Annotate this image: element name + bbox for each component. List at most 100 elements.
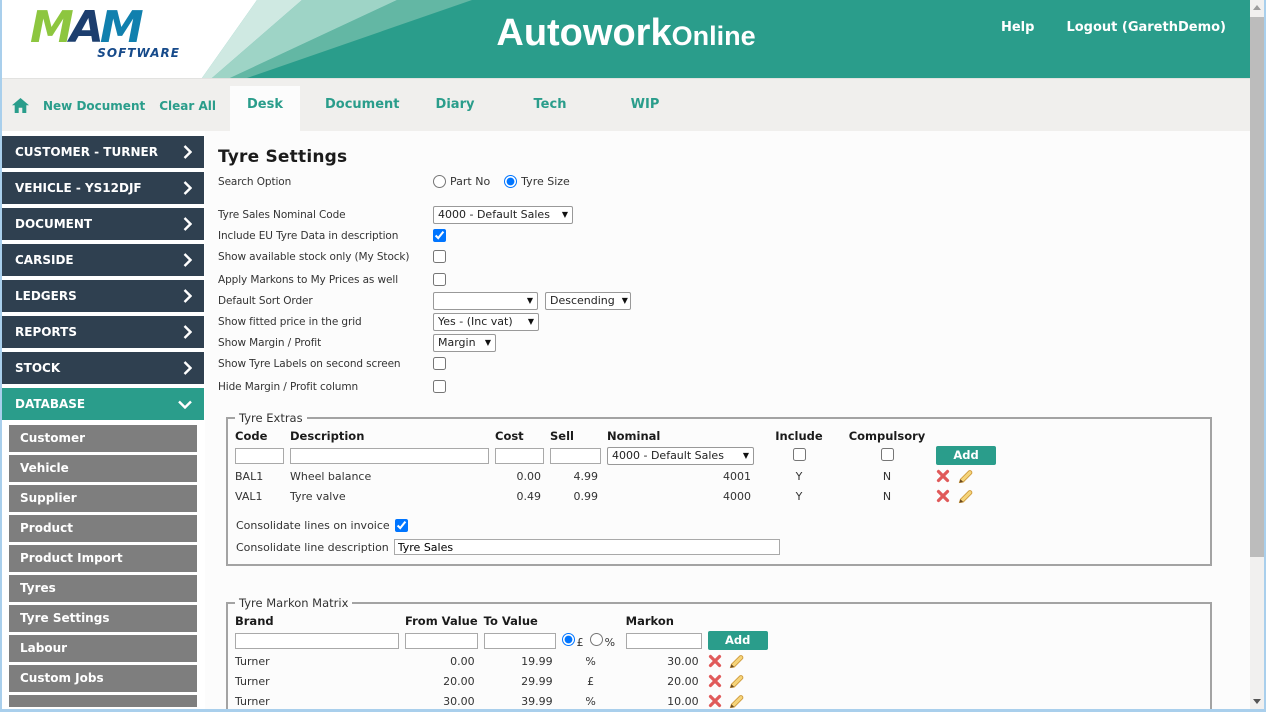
extras-sell-input[interactable] — [550, 447, 601, 464]
sidebar-section-customer[interactable]: CUSTOMER - TURNER — [2, 136, 204, 168]
dropdown-arrow-icon: ▼ — [742, 451, 749, 460]
sidebar-item-product[interactable]: Product — [9, 515, 197, 542]
new-document-link[interactable]: New Document — [43, 99, 145, 113]
scroll-down-icon — [1253, 699, 1261, 704]
sort-order-select[interactable]: ▼ — [433, 291, 538, 310]
extras-description-input[interactable] — [290, 447, 489, 464]
edit-pencil-icon[interactable] — [729, 654, 744, 669]
extras-row-sell: 4.99 — [573, 469, 599, 483]
extras-cost-input[interactable] — [495, 447, 544, 464]
sidebar-section-label: STOCK — [15, 361, 61, 375]
scrollbar-thumb[interactable] — [1250, 17, 1264, 557]
edit-pencil-icon[interactable] — [729, 694, 744, 709]
include-eu-checkbox[interactable] — [433, 229, 446, 242]
logout-link[interactable]: Logout (GarethDemo) — [1066, 20, 1226, 35]
dropdown-arrow-icon: ▼ — [561, 210, 568, 219]
dropdown-arrow-icon: ▼ — [484, 338, 491, 347]
edit-pencil-icon[interactable] — [958, 469, 973, 484]
margin-profit-label: Show Margin / Profit — [218, 336, 322, 349]
fitted-price-select[interactable]: Yes - (Inc vat) ▼ — [433, 312, 539, 331]
radio-tyre-size-label: Tyre Size — [521, 175, 570, 188]
home-icon[interactable] — [12, 98, 29, 113]
sidebar-section-label: VEHICLE - YS12DJF — [15, 181, 142, 195]
markon-row-value: 20.00 — [667, 674, 699, 688]
consolidate-lines-checkbox[interactable] — [394, 518, 408, 532]
sidebar-item-custom-jobs[interactable]: Custom Jobs — [9, 665, 197, 692]
markon-to-input[interactable] — [483, 632, 556, 649]
consolidate-description-input[interactable] — [393, 539, 780, 555]
tab-wip[interactable]: WIP — [610, 86, 680, 132]
sidebar-item-tyres[interactable]: Tyres — [9, 575, 197, 602]
scrollbar-down-button[interactable] — [1250, 693, 1264, 709]
sidebar-item-supplier[interactable]: Supplier — [9, 485, 197, 512]
sort-order-label: Default Sort Order — [218, 294, 313, 307]
markon-row-brand: Turner — [235, 654, 270, 668]
markon-brand-input[interactable] — [235, 632, 399, 649]
scrollbar-up-button[interactable] — [1250, 0, 1264, 16]
sidebar-section-vehicle[interactable]: VEHICLE - YS12DJF — [2, 172, 204, 204]
tyre-markon-matrix-table: Brand From Value To Value Markon £% Add … — [232, 613, 800, 709]
help-link[interactable]: Help — [1001, 20, 1034, 35]
markon-from-input[interactable] — [405, 632, 478, 649]
col-header-include: Include — [775, 429, 823, 443]
col-header-description: Description — [290, 429, 365, 443]
hide-margin-checkbox[interactable] — [433, 380, 446, 393]
extras-nominal-select[interactable]: 4000 - Default Sales ▼ — [607, 446, 754, 465]
tyre-labels-checkbox[interactable] — [433, 357, 446, 370]
radio-tyre-size[interactable] — [504, 175, 518, 188]
col-header-markon: Markon — [625, 614, 674, 628]
tab-diary[interactable]: Diary — [420, 86, 490, 132]
markon-row-brand: Turner — [235, 694, 270, 708]
extras-row-code: BAL1 — [235, 469, 264, 483]
sidebar-section-reports[interactable]: REPORTS — [2, 316, 204, 348]
tab-document[interactable]: Document — [325, 86, 400, 132]
my-stock-label: Show available stock only (My Stock) — [218, 250, 410, 263]
extras-compulsory-checkbox[interactable] — [880, 447, 894, 461]
sidebar-item-customer[interactable]: Customer — [9, 425, 197, 452]
edit-pencil-icon[interactable] — [729, 674, 744, 689]
include-eu-label: Include EU Tyre Data in description — [218, 229, 399, 242]
main-content: Tyre Settings Search Option Part No Tyre… — [205, 131, 1250, 709]
delete-icon[interactable] — [708, 694, 722, 708]
extras-include-checkbox[interactable] — [792, 447, 806, 461]
hide-margin-label: Hide Margin / Profit column — [218, 380, 359, 393]
radio-part-no[interactable] — [433, 175, 446, 188]
markon-add-button[interactable]: Add — [707, 631, 768, 650]
sidebar-item-labour[interactable]: Labour — [9, 635, 197, 662]
chevron-right-icon — [183, 325, 193, 339]
tyre-extras-fieldset: Tyre Extras Code Description Cost Sell N… — [226, 411, 1212, 566]
sidebar-section-database[interactable]: DATABASE — [2, 388, 204, 420]
sidebar-section-document[interactable]: DOCUMENT — [2, 208, 204, 240]
delete-icon[interactable] — [936, 489, 950, 503]
edit-pencil-icon[interactable] — [958, 489, 973, 504]
radio-percent[interactable] — [589, 632, 603, 646]
sort-direction-select[interactable]: Descending ▼ — [545, 291, 631, 310]
sidebar-item-product-import[interactable]: Product Import — [9, 545, 197, 572]
tab-tech-data[interactable]: Tech Data — [515, 86, 585, 150]
nominal-code-select[interactable]: 4000 - Default Sales ▼ — [433, 205, 573, 224]
window-edge-left — [0, 0, 2, 712]
markon-value-input[interactable] — [625, 632, 702, 649]
delete-icon[interactable] — [708, 654, 722, 668]
extras-add-button[interactable]: Add — [936, 446, 996, 465]
markon-row-value: 30.00 — [667, 654, 699, 668]
delete-icon[interactable] — [708, 674, 722, 688]
search-option-label: Search Option — [218, 175, 292, 188]
radio-pound[interactable] — [561, 632, 575, 646]
apply-markons-checkbox[interactable] — [433, 273, 446, 286]
chevron-right-icon — [183, 289, 193, 303]
clear-all-link[interactable]: Clear All — [159, 99, 216, 113]
vertical-scrollbar[interactable] — [1250, 0, 1264, 709]
nominal-code-value: 4000 - Default Sales — [438, 208, 550, 221]
delete-icon[interactable] — [936, 469, 950, 483]
sidebar-item-clipped[interactable] — [9, 695, 197, 707]
sidebar-section-ledgers[interactable]: LEDGERS — [2, 280, 204, 312]
my-stock-checkbox[interactable] — [433, 250, 446, 263]
sidebar-section-carside[interactable]: CARSIDE — [2, 244, 204, 276]
tab-desk[interactable]: Desk — [230, 86, 300, 132]
margin-profit-select[interactable]: Margin ▼ — [433, 333, 496, 352]
sidebar-section-stock[interactable]: STOCK — [2, 352, 204, 384]
extras-code-input[interactable] — [235, 447, 284, 464]
sidebar-item-tyre-settings[interactable]: Tyre Settings — [9, 605, 197, 632]
sidebar-item-vehicle[interactable]: Vehicle — [9, 455, 197, 482]
